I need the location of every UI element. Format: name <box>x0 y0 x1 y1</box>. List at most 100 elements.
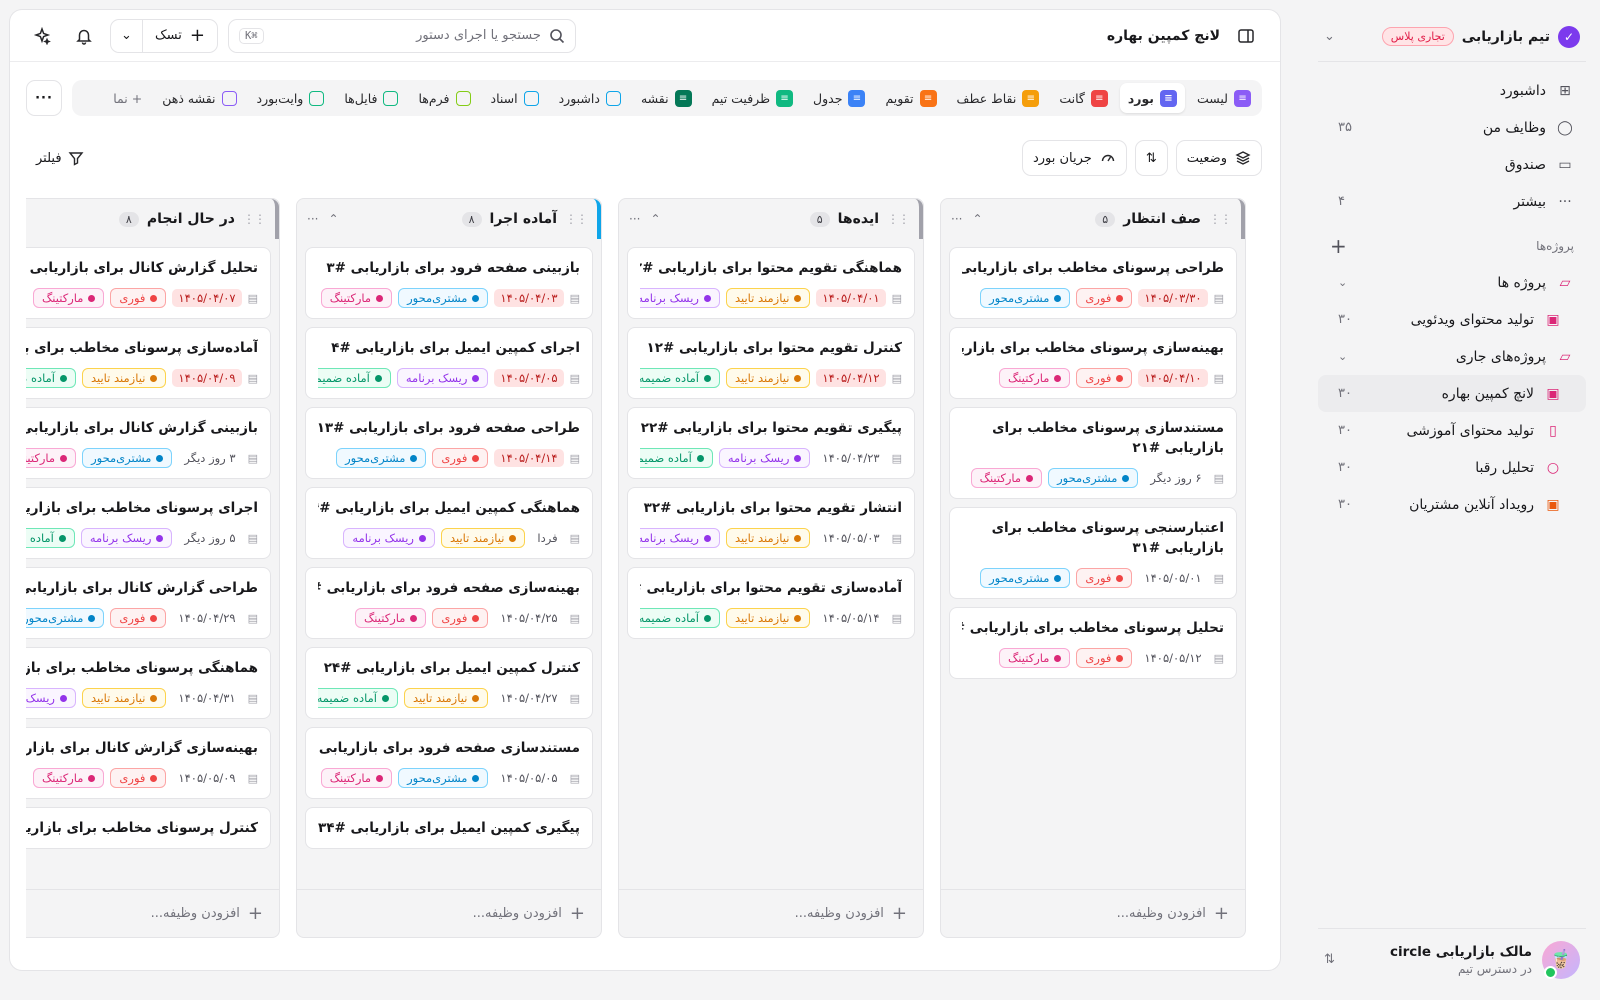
chevron-down-icon[interactable]: ⌄ <box>1330 350 1347 363</box>
chevron-up-icon[interactable]: ⌃ <box>328 212 338 226</box>
tab-board[interactable]: ≡ بورد <box>1119 83 1185 113</box>
task-tag[interactable]: ریسک برنامه <box>718 448 811 468</box>
tab-gantt[interactable]: ≡ گانت <box>1051 83 1116 113</box>
drag-handle-icon[interactable]: ⋮⋮ <box>243 212 266 226</box>
project-item[interactable]: ▯ تولید محتوای آموزشی ۳۰ <box>1318 412 1586 449</box>
task-card[interactable]: اعتبارسنجی پرسونای مخاطب برای بازاریابی … <box>949 507 1237 599</box>
task-card[interactable]: بهینه‌سازی پرسونای مخاطب برای بازاریابی … <box>949 327 1237 399</box>
project-item[interactable]: ▣ رویداد آنلاین مشتریان ۳۰ <box>1318 486 1586 523</box>
nav-item-user[interactable]: ◯ وظایف من ۳۵ <box>1318 109 1586 146</box>
chevron-up-icon[interactable]: ⌃ <box>650 212 660 226</box>
more-views-button[interactable]: ··· <box>26 80 62 116</box>
project-folder[interactable]: ▱ پروژه‌های جاری ⌄ <box>1318 338 1586 375</box>
task-tag[interactable]: آماده ضمیمه <box>26 528 75 548</box>
filter-button[interactable]: فیلتر <box>26 150 94 166</box>
task-tag[interactable]: مشتری‌محور <box>980 288 1071 308</box>
sort-button[interactable]: ⇅ <box>1134 140 1168 176</box>
add-task-button[interactable]: + افزودن وظیفه... <box>297 889 601 937</box>
task-card[interactable]: مستندسازی پرسونای مخاطب برای بازاریابی #… <box>949 407 1237 499</box>
task-card[interactable]: کنترل پرسونای مخاطب برای بازاریابی #۳۶ <box>26 807 271 849</box>
task-tag[interactable]: مارکتینگ <box>33 768 105 788</box>
workspace-switcher[interactable]: ✓ تیم بازاریابی تجاری پلاس ⌄ <box>1318 12 1586 62</box>
tab-folder[interactable]: فایل‌ها <box>336 83 406 113</box>
task-card[interactable]: پیگیری تقویم محتوا برای بازاریابی #۲۲ ▤ ۱۴… <box>627 407 915 479</box>
sidebar-toggle-icon[interactable] <box>1230 20 1262 52</box>
chevron-updown-icon[interactable]: ⇅ <box>1324 952 1335 967</box>
drag-handle-icon[interactable]: ⋮⋮ <box>565 212 588 226</box>
board-flow-button[interactable]: جریان بورد <box>1021 140 1127 176</box>
task-tag[interactable]: آماده ضمیمه <box>640 608 720 628</box>
task-tag[interactable]: فوری <box>110 288 167 308</box>
more-icon[interactable]: ··· <box>951 212 962 226</box>
tab-flag[interactable]: ≡ نقاط عطف <box>949 83 1048 113</box>
project-item[interactable]: ▣ لانچ کمپین بهاره ۳۰ <box>1318 375 1586 412</box>
add-task-button[interactable]: + افزودن وظیفه... <box>941 889 1245 937</box>
task-card[interactable]: تحلیل پرسونای مخاطب برای بازاریابی #۴۱ ▤ ۱… <box>949 607 1237 679</box>
task-tag[interactable]: مارکتینگ <box>320 288 393 308</box>
task-tag[interactable]: مشتری‌محور <box>1048 468 1139 488</box>
task-tag[interactable]: نیازمند تایید <box>725 288 811 308</box>
add-task-button[interactable]: + افزودن وظیفه... <box>26 889 279 937</box>
task-tag[interactable]: ریسک برنامه <box>640 528 720 548</box>
chevron-down-icon[interactable]: ⌄ <box>111 19 143 52</box>
chevron-up-icon[interactable]: ⌃ <box>972 212 982 226</box>
task-tag[interactable]: آماده ضمیمه <box>640 368 720 388</box>
task-tag[interactable]: مارکتینگ <box>355 608 427 628</box>
task-tag[interactable]: فوری <box>432 448 489 468</box>
task-tag[interactable]: مارکتینگ <box>33 288 105 308</box>
add-project-icon[interactable]: + <box>1330 234 1347 258</box>
task-tag[interactable]: نیازمند تایید <box>440 528 526 548</box>
new-task-button[interactable]: + تسک ⌄ <box>110 18 218 53</box>
task-card[interactable]: اجرای پرسونای مخاطب برای بازاریابی #۱۶ ▤ ۵… <box>26 487 271 559</box>
nav-item-grid[interactable]: ⊞ داشبورد <box>1318 72 1586 109</box>
bell-icon[interactable] <box>68 20 100 52</box>
more-icon[interactable]: ··· <box>307 212 318 226</box>
task-tag[interactable]: فوری <box>1076 568 1133 588</box>
task-tag[interactable]: مشتری‌محور <box>82 448 173 468</box>
project-item[interactable]: ▣ تولید محتوای ویدئویی ۳۰ <box>1318 301 1586 338</box>
task-tag[interactable]: ریسک برنامه <box>26 688 76 708</box>
task-tag[interactable]: نیازمند تایید <box>725 528 811 548</box>
task-card[interactable]: آماده‌سازی پرسونای مخاطب برای بازاریابی … <box>26 327 271 399</box>
task-tag[interactable]: نیازمند تایید <box>81 688 167 708</box>
task-tag[interactable]: مارکتینگ <box>999 368 1071 388</box>
task-card[interactable]: مستندسازی صفحه فرود برای بازاریابی #۳۳ ▤ ۱… <box>305 727 593 799</box>
task-card[interactable]: هماهنگی تقویم محتوا برای بازاریابی #۲ ▤ ۱۴… <box>627 247 915 319</box>
drag-handle-icon[interactable]: ⋮⋮ <box>887 212 910 226</box>
task-tag[interactable]: مارکتینگ <box>320 768 393 788</box>
chevron-down-icon[interactable]: ⌄ <box>1330 276 1347 289</box>
task-tag[interactable]: فوری <box>1076 368 1133 388</box>
tab-doc[interactable]: اسناد <box>483 83 547 113</box>
task-tag[interactable]: فوری <box>110 608 167 628</box>
task-card[interactable]: پیگیری کمپین ایمیل برای بازاریابی #۳۴ <box>305 807 593 849</box>
tab-add-view[interactable]: + نما <box>105 83 150 113</box>
task-tag[interactable]: ریسک برنامه <box>343 528 435 548</box>
task-card[interactable]: تحلیل گزارش کانال برای بازاریابی #۵ ▤ ۱۴۰۵… <box>26 247 271 319</box>
nav-item-more[interactable]: ··· بیشتر ۴ <box>1318 183 1586 220</box>
task-tag[interactable]: آماده ضمیمه <box>318 688 398 708</box>
task-tag[interactable]: مارکتینگ <box>970 468 1043 488</box>
search-input[interactable]: جستجو یا اجرای دستور ⌘K <box>227 18 576 53</box>
task-tag[interactable]: نیازمند تایید <box>81 368 167 388</box>
task-card[interactable]: آماده‌سازی تقویم محتوا برای بازاریابی #۴… <box>627 567 915 639</box>
task-tag[interactable]: مارکتینگ <box>999 648 1071 668</box>
drag-handle-icon[interactable]: ⋮⋮ <box>1209 212 1232 226</box>
task-tag[interactable]: نیازمند تایید <box>725 608 811 628</box>
sparkle-icon[interactable] <box>26 20 58 52</box>
add-task-button[interactable]: + افزودن وظیفه... <box>619 889 923 937</box>
task-tag[interactable]: فوری <box>1076 648 1133 668</box>
task-tag[interactable]: فوری <box>1076 288 1133 308</box>
task-card[interactable]: کنترل تقویم محتوا برای بازاریابی #۱۲ ▤ ۱۴۰… <box>627 327 915 399</box>
tab-calendar[interactable]: ≡ تقویم <box>877 83 944 113</box>
task-card[interactable]: بازبینی صفحه فرود برای بازاریابی #۳ ▤ ۱۴۰۵… <box>305 247 593 319</box>
task-card[interactable]: اجرای کمپین ایمیل برای بازاریابی #۴ ▤ ۱۴۰۵… <box>305 327 593 399</box>
status-groupby-button[interactable]: وضعیت <box>1175 140 1262 176</box>
task-tag[interactable]: ریسک برنامه <box>396 368 489 388</box>
new-task-main[interactable]: + تسک <box>143 20 217 52</box>
task-card[interactable]: طراحی صفحه فرود برای بازاریابی #۱۳ ▤ ۱۴۰۵/… <box>305 407 593 479</box>
tab-table[interactable]: ≡ جدول <box>805 83 873 113</box>
nav-item-inbox[interactable]: ▭ صندوق <box>1318 146 1586 183</box>
task-tag[interactable]: ریسک برنامه <box>80 528 173 548</box>
tab-list[interactable]: ≡ لیست <box>1189 83 1259 113</box>
task-tag[interactable]: آماده ضمیمه <box>318 368 391 388</box>
